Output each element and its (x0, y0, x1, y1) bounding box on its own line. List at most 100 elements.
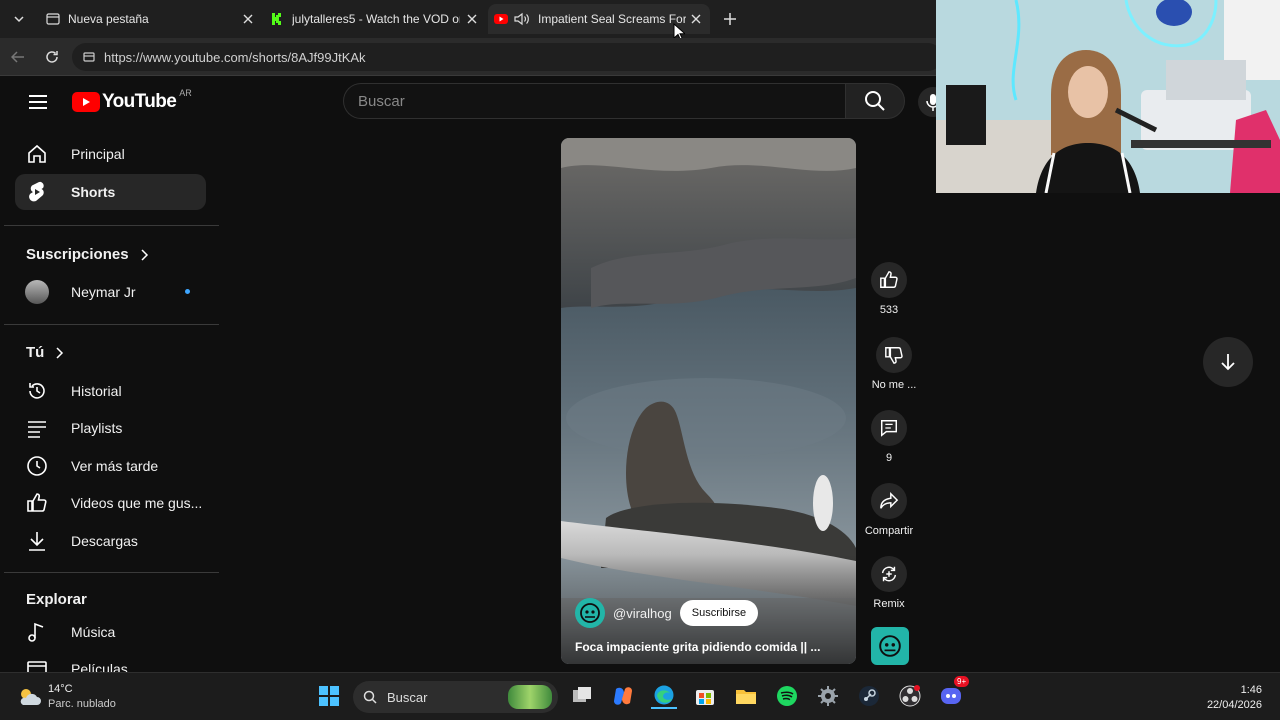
right-empty-area (936, 193, 1280, 672)
steam-icon (859, 686, 879, 706)
edge-icon (654, 685, 674, 705)
windows-taskbar: 14°C Parc. nublado Buscar 9+ 1:46 22/04/… (0, 672, 1280, 720)
arrow-down-icon (1221, 354, 1235, 371)
sidebar-item-shorts[interactable]: Shorts (15, 174, 206, 210)
tab-kick-vod[interactable]: julytalleres5 - Watch the VOD on K (264, 4, 486, 34)
search-input[interactable]: Buscar (343, 83, 845, 119)
weather-widget[interactable]: 14°C Parc. nublado (16, 682, 116, 712)
discord-button[interactable]: 9+ (938, 676, 970, 709)
sidebar-item-playlists[interactable]: Playlists (15, 410, 206, 446)
dislike-button[interactable]: No me ... (866, 337, 922, 391)
browser-tab-bar: Nueva pestaña julytalleres5 - Watch the … (0, 0, 936, 41)
weather-description: Parc. nublado (48, 698, 116, 710)
youtube-play-icon (72, 92, 100, 112)
site-info-icon[interactable] (82, 50, 96, 64)
sidebar-item-descargas[interactable]: Descargas (15, 523, 206, 559)
sidebar-item-musica[interactable]: Música (15, 614, 206, 650)
sidebar-item-label: Videos que me gus... (71, 495, 203, 511)
short-video-player[interactable]: @viralhog Suscribirse Foca impaciente gr… (561, 138, 856, 664)
spotify-icon (777, 686, 797, 706)
viralhog-avatar[interactable] (575, 598, 605, 628)
new-tab-button[interactable] (720, 9, 740, 29)
windows-logo-icon (319, 686, 339, 706)
comment-icon (871, 410, 907, 446)
subscribe-button[interactable]: Suscribirse (679, 600, 759, 626)
sidebar-item-principal[interactable]: Principal (15, 136, 206, 172)
shorts-icon (25, 180, 49, 204)
url-field[interactable]: https://www.youtube.com/shorts/8AJf99JtK… (72, 43, 942, 71)
copilot-button[interactable] (610, 683, 636, 709)
dislike-icon (876, 337, 912, 373)
chevron-right-icon (141, 248, 148, 261)
sidebar-item-historial[interactable]: Historial (15, 373, 206, 409)
search-placeholder: Buscar (358, 92, 405, 110)
sound-source-avatar[interactable] (871, 627, 909, 665)
next-short-button[interactable] (1203, 337, 1253, 387)
subscriptions-header[interactable]: Suscripciones (26, 246, 151, 263)
clock-time: 1:46 (1240, 684, 1262, 696)
tab-title: Nueva pestaña (68, 12, 149, 26)
back-button[interactable] (8, 47, 28, 67)
remix-icon (871, 556, 907, 592)
share-button[interactable]: Compartir (860, 483, 918, 537)
logo-text: YouTube (102, 91, 177, 112)
webcam-overlay (936, 0, 1280, 193)
comments-button[interactable]: 9 (864, 410, 914, 464)
you-header[interactable]: Tú (26, 344, 66, 361)
sidebar-item-label: Principal (71, 146, 125, 162)
like-button[interactable]: 533 (864, 262, 914, 316)
close-icon[interactable] (688, 11, 704, 27)
remix-button[interactable]: Remix (864, 556, 914, 610)
search-button[interactable] (845, 83, 905, 119)
sidebar-item-peliculas[interactable]: Películas (15, 651, 206, 672)
chevron-right-icon (56, 346, 64, 359)
close-icon[interactable] (464, 11, 480, 27)
sidebar-divider (4, 324, 219, 325)
watch-later-icon (25, 454, 49, 478)
plus-icon (724, 13, 736, 25)
task-view-icon (573, 687, 591, 702)
system-clock[interactable]: 1:46 22/04/2026 (1207, 683, 1262, 713)
gear-icon (818, 686, 838, 706)
guide-menu-button[interactable] (26, 90, 50, 114)
start-button[interactable] (316, 683, 342, 709)
obs-button[interactable] (897, 683, 923, 709)
tab-nueva-pestana[interactable]: Nueva pestaña (40, 4, 262, 34)
spotify-button[interactable] (774, 683, 800, 709)
weather-temperature: 14°C (48, 683, 73, 695)
search-icon (865, 91, 885, 111)
tab-title: julytalleres5 - Watch the VOD on K (292, 12, 460, 26)
youtube-logo[interactable]: YouTube AR (72, 88, 192, 113)
steam-button[interactable] (856, 683, 882, 709)
arrow-left-icon (11, 51, 24, 63)
close-icon[interactable] (240, 11, 256, 27)
edge-taskbar-button[interactable] (651, 683, 677, 709)
history-icon (25, 379, 49, 403)
dislike-label: No me ... (871, 379, 917, 391)
speaker-icon[interactable] (514, 12, 530, 26)
file-explorer-button[interactable] (733, 683, 759, 709)
sidebar-item-label: Películas (71, 661, 128, 672)
channel-avatar (25, 280, 49, 304)
tab-title: Impatient Seal Screams For So (538, 12, 686, 26)
share-label: Compartir (864, 525, 914, 537)
tab-actions-menu[interactable] (8, 8, 30, 30)
channel-handle[interactable]: @viralhog (613, 606, 672, 621)
microsoft-store-button[interactable] (692, 683, 718, 709)
kick-logo-icon (270, 12, 284, 26)
task-view-button[interactable] (569, 683, 595, 709)
obs-icon (899, 685, 921, 707)
sidebar-item-ver-mas-tarde[interactable]: Ver más tarde (15, 448, 206, 484)
discord-icon (941, 688, 961, 704)
sidebar-item-liked-videos[interactable]: Videos que me gus... (15, 485, 206, 521)
youtube-favicon-icon (494, 14, 508, 24)
voice-search-button[interactable] (918, 87, 936, 117)
reload-button[interactable] (42, 47, 62, 67)
settings-button[interactable] (815, 683, 841, 709)
sidebar-divider (4, 572, 219, 573)
new-tab-icon (46, 12, 60, 26)
microphone-icon (926, 94, 936, 111)
taskbar-search[interactable]: Buscar (353, 681, 558, 713)
sidebar-item-neymar-jr[interactable]: Neymar Jr (15, 274, 206, 310)
short-caption[interactable]: Foca impaciente grita pidiendo comida ||… (575, 640, 820, 654)
